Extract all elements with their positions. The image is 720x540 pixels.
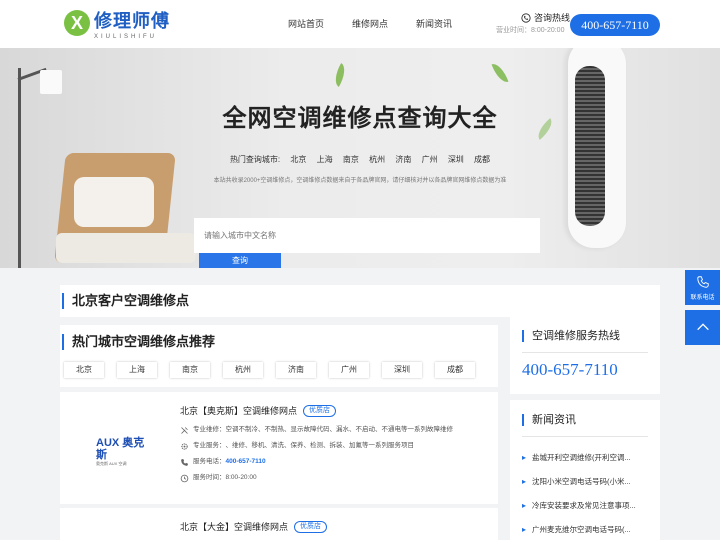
brand-logo: AUX 奥克斯 奥克斯 AUX 空调: [96, 437, 148, 466]
hotline-panel: 空调维修服务热线 400-657-7110: [510, 316, 660, 394]
hotline-phone[interactable]: 400-657-7110: [522, 360, 618, 380]
card-title[interactable]: 北京【大金】空调维修网点: [180, 521, 288, 533]
hot-city-link[interactable]: 南京: [343, 155, 359, 164]
news-item[interactable]: 冷库安装要求及常见注意事项...: [522, 494, 650, 518]
beijing-section-header: 北京客户空调维修点: [60, 285, 660, 317]
news-panel-title: 新闻资讯: [522, 414, 576, 426]
hot-city-link[interactable]: 北京: [290, 155, 306, 164]
city-tab[interactable]: 杭州: [223, 362, 263, 378]
news-item[interactable]: 盐城开利空调维修(开利空调...: [522, 446, 650, 470]
hot-cities-label: 热门查询城市:: [229, 155, 281, 164]
hotline-panel-title: 空调维修服务热线: [522, 330, 620, 342]
tools-icon: [180, 426, 189, 435]
logo-mark: X: [64, 10, 90, 36]
card-phone[interactable]: 400-657-7110: [226, 457, 266, 467]
nav-news[interactable]: 新闻资讯: [416, 17, 452, 31]
quality-badge: 优质店: [294, 521, 328, 533]
city-tab[interactable]: 广州: [329, 362, 369, 378]
news-item[interactable]: 广州麦克维尔空调电话号码(...: [522, 518, 650, 540]
leaf-decoration: [330, 62, 350, 88]
header-phone-button[interactable]: 400-657-7110: [570, 14, 660, 36]
repair-info-row: 专业维修： 空调不制冷、不制热、显示故障代码、漏水、不启动、不通电等一系列故障维修: [180, 425, 453, 435]
city-tab[interactable]: 成都: [435, 362, 475, 378]
main-nav: 网站首页 维修网点 新闻资讯: [288, 17, 452, 31]
hours-info-row: 服务时间： 8:00-20:00: [180, 473, 257, 483]
site-logo[interactable]: X 修理师傅 XIULISHIFU: [64, 10, 174, 42]
hot-cities: 热门查询城市: 北京 上海 南京 杭州 济南 广州 深圳 成都: [0, 154, 720, 166]
hotline-hours: 营业时间：8:00-20:00: [496, 27, 565, 34]
contact-phone-button[interactable]: 联系电话: [685, 270, 720, 305]
chair-decoration: [50, 153, 200, 268]
city-tab[interactable]: 南京: [170, 362, 210, 378]
back-to-top-button[interactable]: [685, 310, 720, 345]
header: X 修理师傅 XIULISHIFU 网站首页 维修网点 新闻资讯 咨询热线 营业…: [0, 0, 720, 48]
repair-point-card[interactable]: 北京【大金】空调维修网点 优质店: [60, 508, 498, 540]
hero-banner: 全网空调维修点查询大全 热门查询城市: 北京 上海 南京 杭州 济南 广州 深圳…: [0, 48, 720, 268]
header-hotline: 咨询热线 营业时间：8:00-20:00: [496, 12, 570, 36]
city-tab[interactable]: 济南: [276, 362, 316, 378]
logo-text: 修理师傅: [94, 11, 170, 31]
hot-city-link[interactable]: 广州: [422, 155, 438, 164]
gear-icon: [180, 442, 189, 451]
logo-subtitle: XIULISHIFU: [94, 34, 158, 40]
repair-point-card[interactable]: AUX 奥克斯 奥克斯 AUX 空调 北京【奥克斯】空调维修网点 优质店 专业维…: [60, 392, 498, 504]
hotline-label: 咨询热线: [533, 13, 570, 23]
hot-city-link[interactable]: 成都: [474, 155, 490, 164]
hot-city-link[interactable]: 杭州: [369, 155, 385, 164]
search-button[interactable]: 查询: [199, 253, 281, 268]
section-title: 北京客户空调维修点: [62, 293, 189, 309]
service-info-row: 专业服务： 、维修、移机、清洗、保养、检测、拆装、加氟等一系列服务项目: [180, 441, 414, 451]
city-tab[interactable]: 上海: [117, 362, 157, 378]
phone-icon: [521, 13, 531, 23]
card-title[interactable]: 北京【奥克斯】空调维修网点: [180, 405, 297, 417]
hot-city-link[interactable]: 上海: [317, 155, 333, 164]
nav-home[interactable]: 网站首页: [288, 17, 324, 31]
city-search-input[interactable]: [194, 218, 540, 253]
phone-info-row: 服务电话： 400-657-7110: [180, 457, 266, 467]
phone-icon: [696, 276, 709, 288]
nav-repair-points[interactable]: 维修网点: [352, 17, 388, 31]
phone-icon: [180, 458, 189, 467]
hot-city-link[interactable]: 济南: [395, 155, 411, 164]
banner-title: 全网空调维修点查询大全: [222, 105, 498, 132]
lamp-decoration: [18, 68, 21, 268]
city-tabs: 北京 上海 南京 杭州 济南 广州 深圳 成都: [64, 362, 475, 378]
brand-logo-subtitle: 奥克斯 AUX 空调: [96, 461, 127, 466]
contact-label: 联系电话: [690, 295, 715, 301]
banner-description: 本站共收录2000+空调维修点，空调维修点数据来自于各品牌官网，请仔细核对并以各…: [213, 178, 507, 184]
city-tab[interactable]: 北京: [64, 362, 104, 378]
hot-city-panel: 热门城市空调维修点推荐 北京 上海 南京 杭州 济南 广州 深圳 成都: [60, 325, 498, 387]
city-tab[interactable]: 深圳: [382, 362, 422, 378]
news-item[interactable]: 沈阳小米空调电话号码(小米...: [522, 470, 650, 494]
quality-badge: 优质店: [303, 405, 337, 417]
news-list: 盐城开利空调维修(开利空调... 沈阳小米空调电话号码(小米... 冷库安装要求…: [522, 446, 650, 540]
hot-city-link[interactable]: 深圳: [448, 155, 464, 164]
news-panel: 新闻资讯 盐城开利空调维修(开利空调... 沈阳小米空调电话号码(小米... 冷…: [510, 400, 660, 540]
chevron-up-icon: [696, 323, 709, 331]
clock-icon: [180, 474, 189, 483]
city-section-title: 热门城市空调维修点推荐: [62, 334, 215, 350]
brand-logo-text: AUX 奥克斯: [96, 437, 145, 461]
